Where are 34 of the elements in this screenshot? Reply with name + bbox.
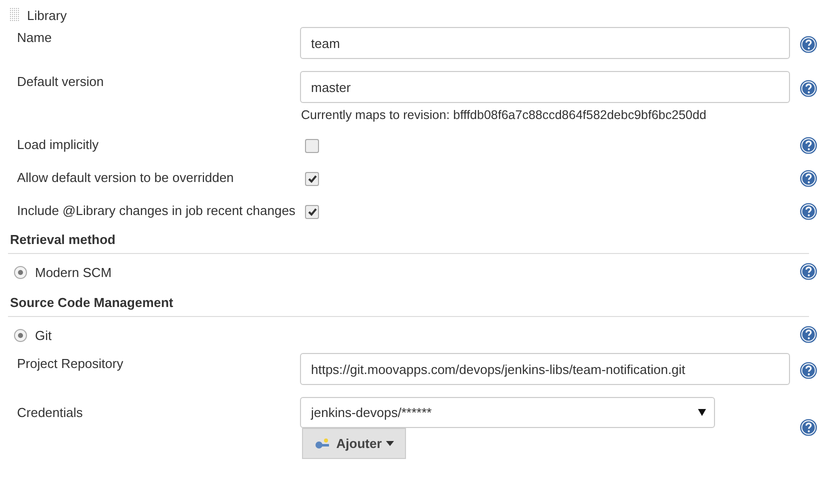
radio-button[interactable] bbox=[14, 266, 27, 278]
section-title: Library bbox=[27, 8, 67, 22]
help-icon[interactable] bbox=[800, 362, 817, 379]
help-icon[interactable] bbox=[800, 170, 817, 187]
field-label: Project Repository bbox=[16, 355, 124, 371]
help-icon[interactable] bbox=[800, 36, 817, 53]
section-heading: Source Code Management bbox=[8, 290, 809, 317]
help-icon[interactable] bbox=[800, 80, 817, 97]
caret-icon bbox=[698, 409, 706, 416]
credentials-dropdown[interactable]: jenkins-devops/****** bbox=[300, 397, 715, 428]
radio-button[interactable] bbox=[14, 328, 27, 342]
help-icon[interactable] bbox=[800, 326, 817, 343]
add-button[interactable]: Ajouter bbox=[302, 428, 406, 459]
text-field[interactable]: https://git.moovapps.com/devops/jenkins-libs/team-notification.git bbox=[300, 353, 790, 385]
help-icon[interactable] bbox=[800, 263, 817, 280]
field-label: Credentials bbox=[16, 404, 84, 420]
field-label: Default version bbox=[16, 73, 105, 89]
section-heading: Retrieval method bbox=[8, 227, 809, 254]
checkbox[interactable] bbox=[305, 138, 319, 152]
revision-note: Currently maps to revision: bfffdb08f6a7c88ccd864f582debc9bf6bc250dd bbox=[300, 108, 708, 122]
checkbox[interactable] bbox=[305, 204, 319, 218]
field-label: Name bbox=[16, 29, 53, 45]
radio-label: Modern SCM bbox=[35, 264, 112, 280]
text-field[interactable]: master bbox=[300, 71, 790, 103]
radio-label: Git bbox=[35, 328, 52, 342]
field-label: Load implicitly bbox=[16, 137, 100, 152]
checkbox[interactable] bbox=[305, 172, 319, 186]
help-icon[interactable] bbox=[800, 137, 817, 154]
field-label: Allow default version to be overridden bbox=[16, 170, 235, 185]
text-field[interactable]: team bbox=[300, 27, 790, 59]
help-icon[interactable] bbox=[800, 203, 817, 220]
field-label: Include @Library changes in job recent changes bbox=[16, 203, 296, 218]
caret-icon bbox=[386, 441, 394, 446]
help-icon[interactable] bbox=[800, 419, 817, 436]
